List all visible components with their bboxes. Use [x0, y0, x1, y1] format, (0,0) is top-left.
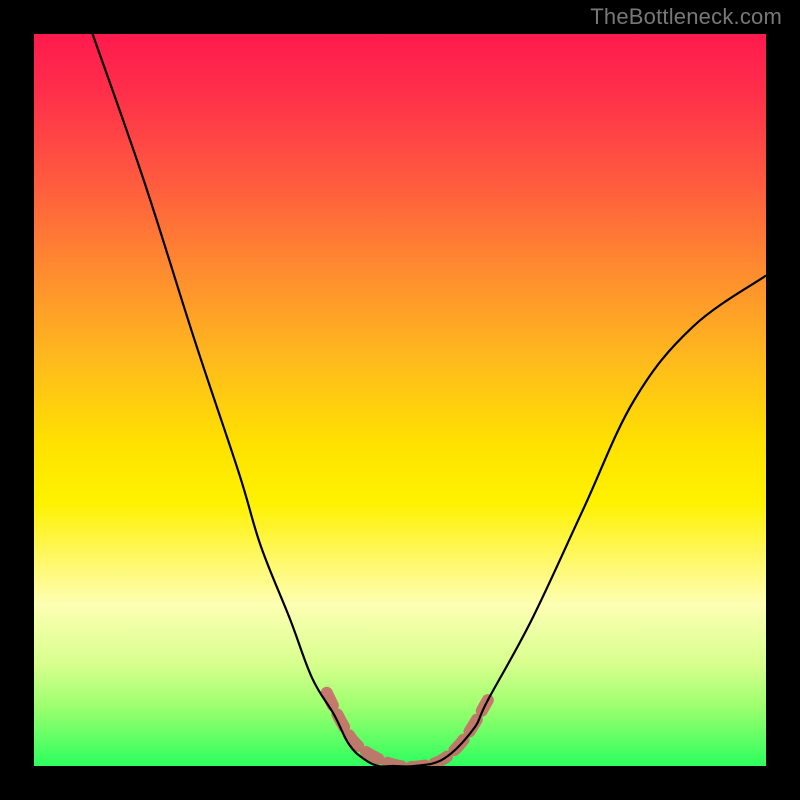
- attribution-text: TheBottleneck.com: [590, 4, 782, 30]
- plot-area: [34, 34, 766, 766]
- bottleneck-curve: [93, 34, 766, 766]
- curve-svg: [34, 34, 766, 766]
- chart-frame: TheBottleneck.com: [0, 0, 800, 800]
- optimal-range-highlight: [327, 693, 488, 766]
